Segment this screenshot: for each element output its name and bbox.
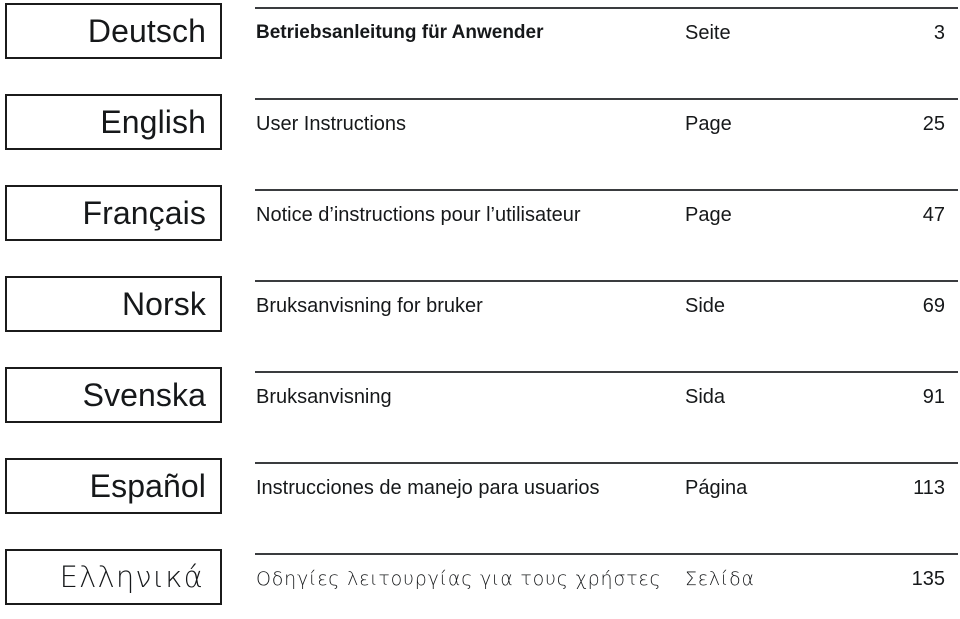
row-rule — [255, 462, 958, 464]
language-name-box[interactable]: Deutsch — [5, 3, 222, 59]
language-name-label: Svenska — [82, 377, 206, 413]
language-name-box[interactable]: Norsk — [5, 276, 222, 332]
language-index-page: Deutsch Betriebsanleitung für Anwender Sei… — [0, 0, 960, 619]
row-description: Bruksanvisning — [256, 385, 392, 408]
row-content: Notice d’instructions pour l’utilisateur… — [255, 182, 958, 273]
page-label: Sida — [685, 385, 726, 408]
row-description: User Instructions — [256, 112, 407, 135]
language-name-box[interactable]: Español — [5, 458, 222, 514]
row-rule — [255, 98, 958, 100]
row-rule — [255, 189, 958, 191]
row-description: Betriebsanleitung für Anwender — [256, 22, 544, 43]
language-name-label: Deutsch — [87, 13, 206, 49]
language-name-label: English — [100, 104, 206, 140]
page-number: 91 — [922, 385, 945, 408]
page-number: 113 — [913, 476, 945, 499]
language-row[interactable]: Svenska Bruksanvisning Sida 91 — [0, 364, 960, 455]
page-number: 25 — [922, 112, 945, 135]
language-name-label: Norsk — [121, 286, 206, 322]
page-number: 47 — [922, 203, 945, 226]
language-row[interactable]: Ελληνικά Οδηγίες λειτουργίας για τους χρή… — [0, 546, 960, 619]
language-row[interactable]: Deutsch Betriebsanleitung für Anwender Sei… — [0, 0, 960, 91]
language-name-box[interactable]: English — [5, 94, 222, 150]
row-content: Bruksanvisning for bruker Side 69 — [255, 273, 958, 364]
language-row[interactable]: Español Instrucciones de manejo para usua… — [0, 455, 960, 546]
page-label: Side — [685, 294, 726, 317]
language-name-box[interactable]: Svenska — [5, 367, 222, 423]
row-content: Bruksanvisning Sida 91 — [255, 364, 958, 455]
row-rule — [255, 280, 958, 282]
language-name-label: Français — [82, 195, 206, 231]
language-row[interactable]: Français Notice d’instructions pour l’uti… — [0, 182, 960, 273]
page-number: 135 — [911, 567, 945, 590]
page-label: Página — [685, 476, 748, 499]
row-rule — [255, 553, 958, 555]
row-description: Οδηγίες λειτουργίας για τους χρήστες — [256, 568, 662, 590]
row-rule — [255, 371, 958, 373]
language-name-label: Español — [89, 468, 206, 504]
row-content: User Instructions Page 25 — [255, 91, 958, 182]
language-name-box[interactable]: Ελληνικά — [5, 549, 222, 605]
language-name-box[interactable]: Français — [5, 185, 222, 241]
row-description: Bruksanvisning for bruker — [256, 294, 483, 317]
language-row[interactable]: Norsk Bruksanvisning for bruker Side 69 — [0, 273, 960, 364]
page-label: Page — [685, 203, 732, 226]
page-number: 3 — [933, 21, 945, 44]
page-label: Σελίδα — [685, 568, 755, 590]
row-rule — [255, 7, 958, 9]
page-label: Page — [685, 112, 732, 135]
row-content: Οδηγίες λειτουργίας για τους χρήστες Σελί… — [255, 546, 958, 619]
row-content: Betriebsanleitung für Anwender Seite 3 — [255, 0, 958, 91]
language-name-label: Ελληνικά — [59, 559, 204, 594]
row-description: Notice d’instructions pour l’utilisateur — [256, 203, 581, 226]
page-label: Seite — [685, 21, 731, 44]
page-number: 69 — [922, 294, 945, 317]
row-content: Instrucciones de manejo para usuarios Pág… — [255, 455, 958, 546]
row-description: Instrucciones de manejo para usuarios — [256, 476, 600, 499]
language-row[interactable]: English User Instructions Page 25 — [0, 91, 960, 182]
